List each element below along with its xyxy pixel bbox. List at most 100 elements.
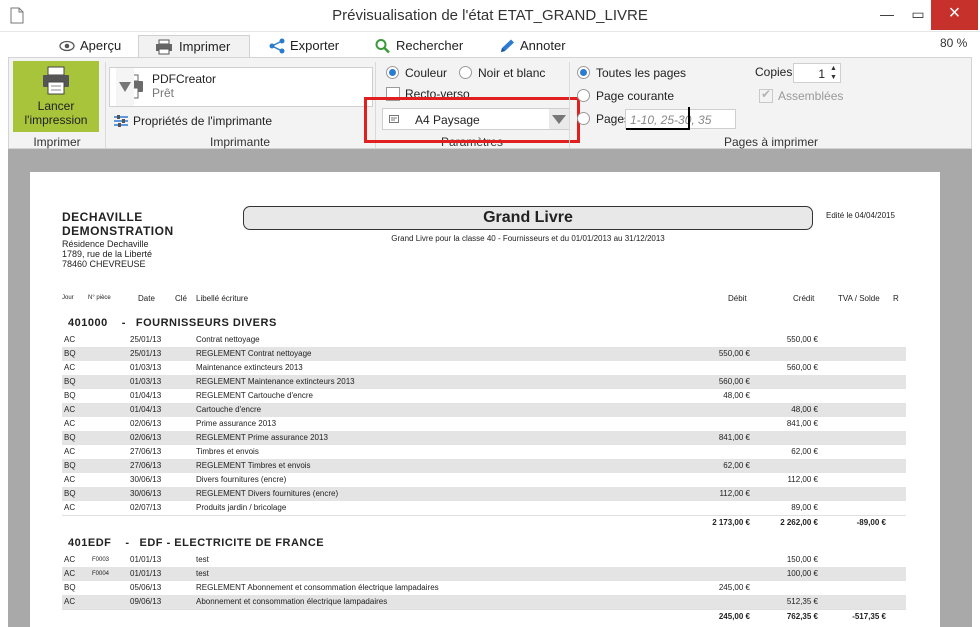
table-row[interactable]: AC 27/06/13 Timbres et envois 62,00 € xyxy=(62,445,906,459)
cell-date: 27/06/13 xyxy=(130,461,162,470)
cell-credit: 48,00 € xyxy=(791,405,818,414)
account-code: 401000 xyxy=(68,317,108,329)
spin-down-icon[interactable]: ▼ xyxy=(828,74,839,82)
printer-properties-label: Propriétés de l'imprimante xyxy=(133,114,273,128)
table-row[interactable]: AC 25/01/13 Contrat nettoyage 550,00 € xyxy=(62,333,906,347)
total-credit: 2 262,00 € xyxy=(780,518,818,527)
assembled-label: Assemblées xyxy=(778,89,844,103)
cell-piece: F0004 xyxy=(92,571,110,577)
cell-libelle: Maintenance extincteurs 2013 xyxy=(196,363,303,372)
cell-debit: 841,00 € xyxy=(718,433,750,442)
launch-label-1: Lancer xyxy=(37,99,75,113)
address-line-1: Résidence Dechaville xyxy=(62,239,149,249)
all-pages-radio[interactable]: Toutes les pages xyxy=(577,66,686,80)
total-credit: 762,35 € xyxy=(786,612,818,621)
cell-jour: AC xyxy=(64,335,76,344)
current-page-radio[interactable]: Page courante xyxy=(577,89,674,103)
account-code: 401EDF xyxy=(68,537,112,549)
table-row[interactable]: AC 01/04/13 Cartouche d'encre 48,00 € xyxy=(62,403,906,417)
chevron-down-icon xyxy=(116,68,134,106)
spin-up-icon[interactable]: ▲ xyxy=(828,65,839,73)
table-row[interactable]: BQ 27/06/13 REGLEMENT Timbres et envois 62,… xyxy=(62,459,906,473)
col-header-date: Date xyxy=(138,294,155,303)
maximize-button[interactable]: ▭ xyxy=(907,0,929,30)
bw-label: Noir et blanc xyxy=(478,66,546,80)
table-row[interactable]: BQ 02/06/13 REGLEMENT Prime assurance 2013… xyxy=(62,431,906,445)
cell-credit: 550,00 € xyxy=(786,335,818,344)
cell-debit: 112,00 € xyxy=(719,489,750,498)
pages-range-input[interactable]: 1-10, 25-30, 35 xyxy=(625,107,736,130)
table-row[interactable]: AC F0004 01/01/13 test 100,00 € xyxy=(62,567,906,581)
table-row[interactable]: AC 09/06/13 Abonnement et consommation éle… xyxy=(62,595,906,609)
table-row[interactable]: BQ 05/06/13 REGLEMENT Abonnement et consom… xyxy=(62,581,906,595)
total-debit: 245,00 € xyxy=(718,612,750,621)
cell-debit: 245,00 € xyxy=(718,583,750,592)
cell-libelle: REGLEMENT Cartouche d'encre xyxy=(196,391,313,400)
minimize-button[interactable]: — xyxy=(872,0,902,30)
table-row[interactable]: BQ 01/04/13 REGLEMENT Cartouche d'encre 48,… xyxy=(62,389,906,403)
copies-stepper[interactable]: 1 ▲ ▼ xyxy=(793,63,841,83)
copies-value: 1 xyxy=(818,67,825,81)
color-radio[interactable]: Couleur xyxy=(386,66,447,80)
account-separator: - xyxy=(125,537,130,549)
launch-print-button[interactable]: Lancer l'impression xyxy=(13,61,99,132)
check-icon: ✔ xyxy=(761,87,772,101)
cell-jour: AC xyxy=(64,597,76,606)
table-row[interactable]: AC 01/03/13 Maintenance extincteurs 2013 56… xyxy=(62,361,906,375)
table-row[interactable]: BQ 25/01/13 REGLEMENT Contrat nettoyage 550… xyxy=(62,347,906,361)
table-row[interactable]: AC 02/07/13 Produits jardin / bricolage 89,… xyxy=(62,501,906,515)
cell-date: 30/06/13 xyxy=(130,475,162,484)
cell-libelle: Produits jardin / bricolage xyxy=(196,503,287,512)
zoom-level[interactable]: 80 % xyxy=(940,36,967,50)
bw-radio[interactable]: Noir et blanc xyxy=(459,66,545,80)
company-name-1: DECHAVILLE xyxy=(62,210,143,224)
cell-debit: 48,00 € xyxy=(723,391,750,400)
tab-apercu[interactable]: Aperçu xyxy=(58,35,121,59)
all-pages-label: Toutes les pages xyxy=(596,66,687,80)
table-row[interactable]: AC F0003 01/01/13 test 150,00 € xyxy=(62,553,906,567)
table-row[interactable]: BQ 01/03/13 REGLEMENT Maintenance extincte… xyxy=(62,375,906,389)
pages-radio[interactable]: Pages xyxy=(577,112,630,126)
cell-jour: BQ xyxy=(64,391,76,400)
total-tva: -517,35 € xyxy=(852,612,886,621)
printer-name: PDFCreator xyxy=(152,72,217,86)
cell-debit: 62,00 € xyxy=(723,461,750,470)
report-subtitle: Grand Livre pour la classe 40 - Fourniss… xyxy=(391,234,665,243)
tab-annoter[interactable]: Annoter xyxy=(498,35,566,59)
cell-date: 02/06/13 xyxy=(130,419,162,428)
cell-libelle: Divers fournitures (encre) xyxy=(196,475,287,484)
table-row[interactable]: BQ 30/06/13 REGLEMENT Divers fournitures (… xyxy=(62,487,906,501)
tab-rechercher[interactable]: Rechercher xyxy=(374,35,463,59)
cell-credit: 560,00 € xyxy=(786,363,818,372)
report-page: DECHAVILLE DEMONSTRATION Résidence Decha… xyxy=(30,172,940,627)
col-header-libelle: Libellé écriture xyxy=(196,294,249,303)
tab-exporter[interactable]: Exporter xyxy=(268,35,339,59)
close-button[interactable]: × xyxy=(931,0,978,30)
underline-annotation xyxy=(626,128,690,130)
tab-label: Exporter xyxy=(290,38,340,53)
text-cursor xyxy=(688,107,690,129)
cell-libelle: REGLEMENT Maintenance extincteurs 2013 xyxy=(196,377,355,386)
printer-icon xyxy=(156,39,172,55)
total-debit: 2 173,00 € xyxy=(712,518,750,527)
printer-properties-button[interactable]: Propriétés de l'imprimante xyxy=(113,114,272,128)
cell-libelle: test xyxy=(196,569,209,578)
cell-debit: 560,00 € xyxy=(718,377,750,386)
table-row[interactable]: AC 30/06/13 Divers fournitures (encre) 112,… xyxy=(62,473,906,487)
cell-credit: 150,00 € xyxy=(786,555,818,564)
table-row[interactable]: AC 02/06/13 Prime assurance 2013 841,00 € xyxy=(62,417,906,431)
printer-select[interactable]: PDFCreator Prêt xyxy=(109,67,373,107)
tab-label: Imprimer xyxy=(179,39,231,54)
tab-bar: Aperçu Imprimer Exporter Rechercher Anno… xyxy=(0,32,980,59)
cell-credit: 100,00 € xyxy=(786,569,818,578)
company-name-2: DEMONSTRATION xyxy=(62,224,174,238)
preview-area[interactable]: DECHAVILLE DEMONSTRATION Résidence Decha… xyxy=(8,149,972,627)
cell-jour: AC xyxy=(64,555,76,564)
assembled-checkbox[interactable]: ✔ Assemblées xyxy=(759,87,844,103)
ribbon: Lancer l'impression Imprimer PDFCreator … xyxy=(8,57,972,149)
cell-jour: AC xyxy=(64,447,76,456)
highlight-annotation xyxy=(364,97,580,143)
group-label-imprimante: Imprimante xyxy=(209,135,271,149)
tab-imprimer[interactable]: Imprimer xyxy=(138,35,250,59)
cell-libelle: Timbres et envois xyxy=(196,447,259,456)
